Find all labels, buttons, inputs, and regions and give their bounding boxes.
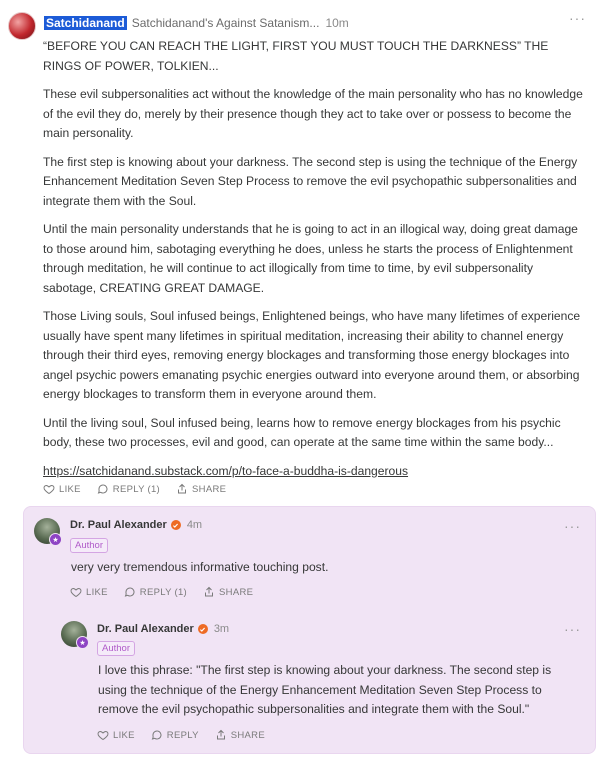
like-label: LIKE	[86, 586, 108, 598]
reply-label: REPLY (1)	[139, 586, 188, 598]
author-name[interactable]: Dr. Paul Alexander	[70, 519, 167, 531]
reply-header: Dr. Paul Alexander 4m	[70, 519, 202, 531]
more-icon[interactable]: ···	[569, 10, 586, 26]
more-icon[interactable]: ···	[564, 621, 581, 637]
like-button[interactable]: LIKE	[97, 729, 135, 741]
heart-icon	[43, 484, 55, 495]
share-label: SHARE	[219, 586, 254, 598]
subscriber-badge-icon: ★	[76, 636, 89, 649]
reply-bubble-icon	[97, 484, 108, 494]
like-label: LIKE	[59, 483, 81, 495]
reply-actions: LIKE REPLY SHARE	[97, 729, 265, 741]
share-label: SHARE	[230, 729, 265, 741]
like-button[interactable]: LIKE	[70, 586, 108, 598]
comment-body: “BEFORE YOU CAN REACH THE LIGHT, FIRST Y…	[43, 37, 589, 490]
reply-header: Dr. Paul Alexander 3m	[97, 623, 229, 635]
heart-icon	[70, 587, 82, 598]
comment-header: Satchidanand Satchidanand's Against Sata…	[44, 14, 596, 32]
heart-icon	[97, 730, 109, 741]
timestamp[interactable]: 3m	[214, 623, 229, 635]
verified-icon	[197, 624, 208, 634]
share-icon	[178, 483, 187, 494]
author-name[interactable]: Satchidanand	[44, 16, 127, 30]
link-paragraph: https://satchidanand.substack.com/p/to-f…	[43, 462, 589, 482]
timestamp[interactable]: 10m	[325, 16, 348, 30]
verified-icon	[170, 520, 181, 530]
share-button[interactable]: SHARE	[176, 483, 226, 495]
comment-actions: LIKE REPLY (1) SHARE	[43, 483, 226, 495]
publication-name[interactable]: Satchidanand's Against Satanism...	[132, 16, 320, 30]
paragraph: These evil subpersonalities act without …	[43, 87, 583, 140]
reply-button[interactable]: REPLY (1)	[97, 483, 160, 495]
avatar[interactable]	[8, 12, 36, 40]
like-label: LIKE	[113, 729, 135, 741]
reply-button[interactable]: REPLY (1)	[124, 586, 187, 598]
paragraph: Until the living soul, Soul infused bein…	[43, 415, 561, 450]
more-icon[interactable]: ···	[564, 518, 581, 534]
paragraph: “BEFORE YOU CAN REACH THE LIGHT, FIRST Y…	[43, 39, 549, 73]
reply-label: REPLY (1)	[112, 483, 161, 495]
reply-thread: ★ Dr. Paul Alexander 4m ··· Author very …	[23, 506, 596, 754]
paragraph: The first step is knowing about your dar…	[43, 154, 578, 208]
reply-bubble-icon	[124, 587, 135, 597]
timestamp[interactable]: 4m	[187, 519, 202, 531]
author-badge: Author	[97, 641, 135, 656]
reply-text: I love this phrase: "The first step is k…	[98, 663, 552, 716]
post-link[interactable]: https://satchidanand.substack.com/p/to-f…	[43, 464, 408, 478]
reply-actions: LIKE REPLY (1) SHARE	[70, 586, 253, 598]
share-icon	[216, 729, 225, 740]
reply-label: REPLY	[166, 729, 199, 741]
author-badge: Author	[70, 538, 108, 553]
like-button[interactable]: LIKE	[43, 483, 81, 495]
reply-button[interactable]: REPLY	[151, 729, 199, 741]
share-label: SHARE	[192, 483, 227, 495]
reply-bubble-icon	[151, 730, 162, 740]
share-icon	[205, 586, 214, 597]
share-button[interactable]: SHARE	[203, 586, 253, 598]
author-name[interactable]: Dr. Paul Alexander	[97, 623, 194, 635]
share-button[interactable]: SHARE	[215, 729, 265, 741]
reply-text: very very tremendous informative touchin…	[71, 560, 329, 574]
paragraph: Until the main personality understands t…	[43, 222, 578, 295]
subscriber-badge-icon: ★	[49, 533, 62, 546]
paragraph: Those Living souls, Soul infused beings,…	[43, 309, 581, 401]
